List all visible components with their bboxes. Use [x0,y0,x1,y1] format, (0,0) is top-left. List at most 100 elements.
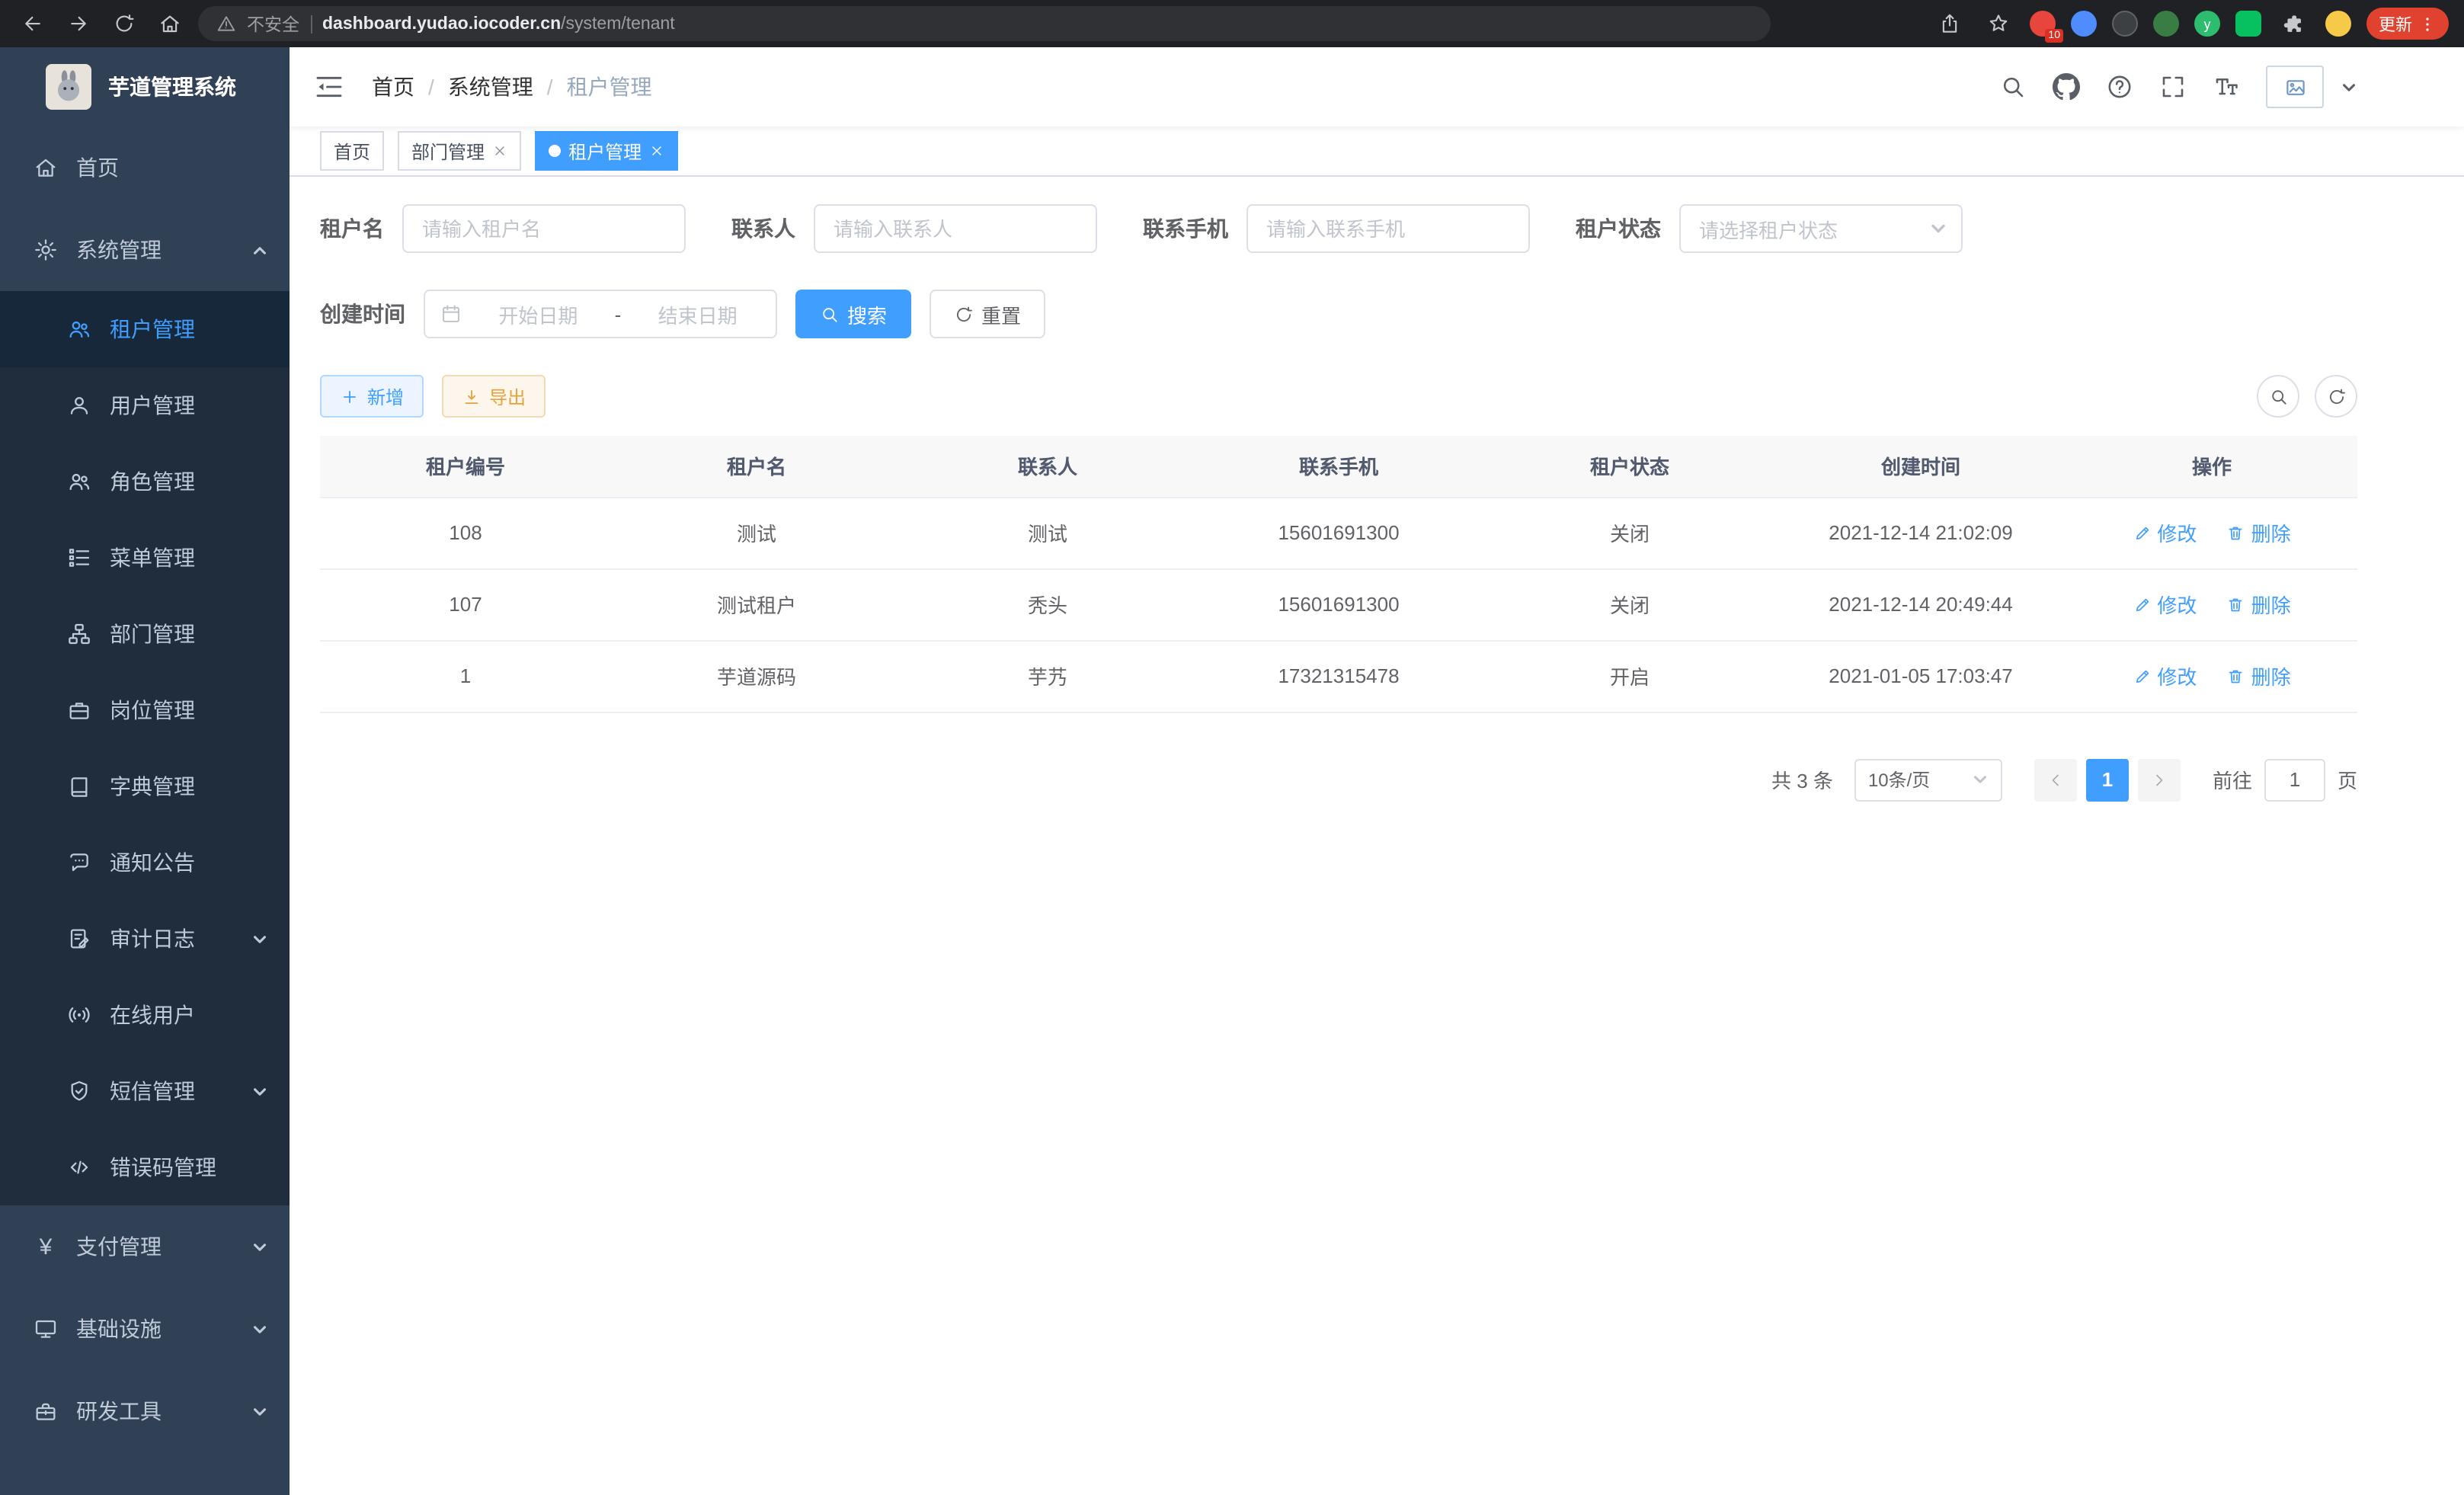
bookmark-star-icon[interactable] [1981,7,2014,40]
table-row: 107 测试租户 秃头 15601691300 关闭 2021-12-14 20… [320,568,2357,640]
refresh-icon [954,304,974,324]
browser-home-button[interactable] [152,7,186,40]
filter-status: 租户状态 请选择租户状态 [1576,204,1963,253]
github-icon[interactable] [2053,73,2080,101]
book-icon [67,774,91,799]
avatar-caret-icon[interactable] [2341,78,2357,95]
browser-forward-button[interactable] [61,7,94,40]
link-label: 删除 [2251,518,2291,547]
download-icon [462,386,482,406]
sidebar-item-role[interactable]: 角色管理 [0,443,290,520]
sidebar-item-label: 通知公告 [110,847,268,878]
tab-home[interactable]: 首页 [320,131,384,171]
filter-tenant-name: 租户名 [320,204,686,253]
sidebar-item-dict[interactable]: 字典管理 [0,748,290,824]
link-label: 修改 [2157,590,2197,619]
status-select[interactable]: 请选择租户状态 [1679,204,1963,253]
pencil-icon [2133,595,2151,613]
sidebar-item-online-user[interactable]: 在线用户 [0,977,290,1053]
sidebar-item-home[interactable]: 首页 [0,126,290,209]
delete-link[interactable]: 删除 [2227,661,2291,690]
chevron-down-icon [1929,219,1947,238]
chat-icon [67,850,91,875]
extension-badge: 10 [2045,29,2063,43]
sidebar-fold-icon[interactable] [314,72,344,102]
sidebar-item-system[interactable]: 系统管理 [0,209,290,291]
omnibox-divider [310,14,312,33]
sidebar-item-dept[interactable]: 部门管理 [0,596,290,672]
sidebar-item-notice[interactable]: 通知公告 [0,824,290,901]
toggle-search-button[interactable] [2257,375,2299,418]
extension-dark-icon[interactable] [2112,11,2138,37]
edit-link[interactable]: 修改 [2133,590,2197,619]
edit-link[interactable]: 修改 [2133,661,2197,690]
chevron-down-icon [1972,771,1989,788]
phone-input[interactable] [1246,204,1530,253]
contact-input[interactable] [814,204,1097,253]
delete-link[interactable]: 删除 [2227,590,2291,619]
button-label: 新增 [367,383,404,409]
close-icon[interactable] [492,143,507,158]
close-icon[interactable] [649,143,664,158]
sidebar-item-menu[interactable]: 菜单管理 [0,520,290,596]
extension-green-icon[interactable] [2153,11,2179,37]
avatar[interactable] [2266,66,2324,108]
logo[interactable]: 芋道管理系统 [0,47,290,126]
extensions-puzzle-icon[interactable] [2277,7,2310,40]
delete-link[interactable]: 删除 [2227,518,2291,547]
sidebar-item-error-code[interactable]: 错误码管理 [0,1129,290,1205]
button-label: 导出 [489,383,526,409]
help-icon[interactable] [2106,73,2133,101]
gear-icon [34,238,58,262]
edit-link[interactable]: 修改 [2133,518,2197,547]
reset-button[interactable]: 重置 [930,290,1045,338]
sidebar-item-post[interactable]: 岗位管理 [0,672,290,748]
add-button[interactable]: 新增 [320,375,424,418]
tenant-name-input[interactable] [402,204,686,253]
extension-red-icon[interactable]: 10 [2030,11,2056,37]
tag-tabs-bar: 首页 部门管理 租户管理 [290,126,2464,177]
column-header: 租户编号 [320,436,611,497]
date-range-picker[interactable]: 开始日期 - 结束日期 [424,290,777,338]
refresh-table-button[interactable] [2315,375,2357,418]
next-page-button[interactable] [2138,758,2181,801]
search-button[interactable]: 搜索 [795,290,911,338]
page-1-button[interactable]: 1 [2086,758,2129,801]
export-button[interactable]: 导出 [442,375,546,418]
page-size-value: 10条/页 [1868,767,1930,792]
font-size-icon[interactable] [2213,73,2240,101]
sidebar-item-sms[interactable]: 短信管理 [0,1053,290,1129]
page-size-select[interactable]: 10条/页 [1854,758,2002,801]
sidebar-item-payment[interactable]: ¥ 支付管理 [0,1205,290,1288]
extension-yellow-icon[interactable] [2325,11,2351,37]
tab-label: 租户管理 [568,138,642,164]
extension-blue-icon[interactable] [2071,11,2097,37]
sidebar-item-tenant[interactable]: 租户管理 [0,291,290,367]
cell-actions: 修改 删除 [2066,640,2357,712]
goto-page-input[interactable] [2264,758,2325,801]
sidebar-item-dev-tools[interactable]: 研发工具 [0,1370,290,1452]
share-icon[interactable] [1932,7,1966,40]
sidebar-item-user[interactable]: 用户管理 [0,367,290,443]
tab-dept[interactable]: 部门管理 [398,131,521,171]
address-bar[interactable]: 不安全 dashboard.yudao.iocoder.cn/system/te… [198,6,1771,41]
table-header-row: 租户编号 租户名 联系人 联系手机 租户状态 创建时间 操作 [320,436,2357,497]
extension-wechat-icon[interactable] [2235,11,2261,37]
sidebar-item-infra[interactable]: 基础设施 [0,1288,290,1370]
main-area: 首页 / 系统管理 / 租户管理 [290,47,2464,1495]
column-header: 联系手机 [1193,436,1484,497]
extension-green-y-icon[interactable]: y [2194,11,2220,37]
tab-tenant[interactable]: 租户管理 [535,131,678,171]
browser-reload-button[interactable] [107,7,140,40]
fullscreen-icon[interactable] [2159,73,2187,101]
prev-page-button[interactable] [2034,758,2077,801]
browser-update-button[interactable]: 更新 [2366,8,2449,40]
search-icon[interactable] [1999,73,2027,101]
breadcrumb-system[interactable]: 系统管理 [448,72,533,102]
browser-menu-icon[interactable] [2418,14,2437,33]
url-host: dashboard.yudao.iocoder.cn [322,14,561,33]
breadcrumb-home[interactable]: 首页 [372,72,414,102]
sidebar-item-audit-log[interactable]: 审计日志 [0,901,290,977]
sidebar-item-label: 租户管理 [110,314,268,344]
browser-back-button[interactable] [15,7,49,40]
